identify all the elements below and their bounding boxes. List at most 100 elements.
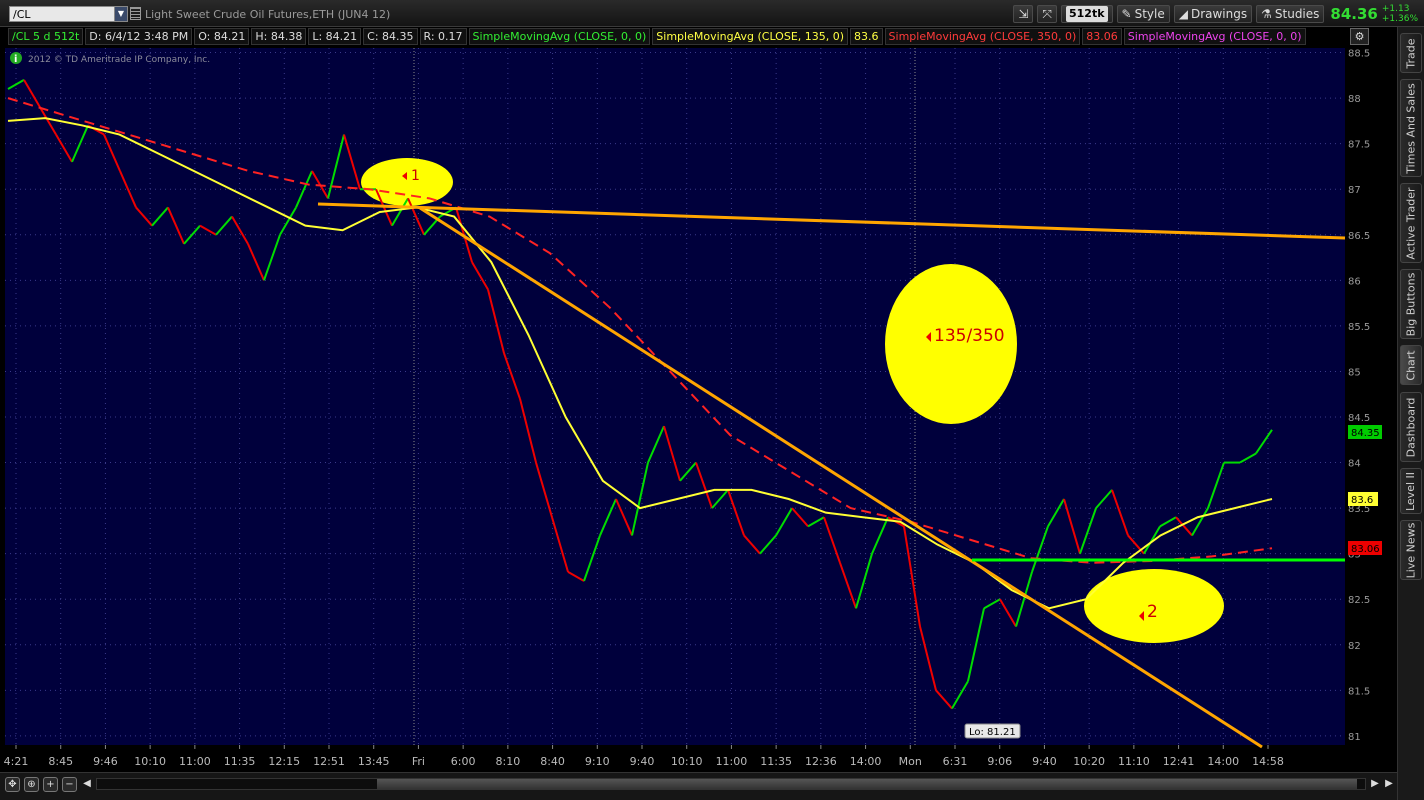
x-tick-label: 12:51 xyxy=(313,755,345,768)
x-tick-label: 10:20 xyxy=(1073,755,1105,768)
x-tick-label: 12:15 xyxy=(268,755,300,768)
y-tick-label: 82.5 xyxy=(1348,595,1370,606)
x-tick-label: 14:58 xyxy=(1252,755,1284,768)
x-tick-label: 8:10 xyxy=(496,755,521,768)
annotation-1: 1 xyxy=(411,168,420,184)
study-sma-4[interactable]: SimpleMovingAvg (CLOSE, 0, 0) xyxy=(1123,28,1306,45)
annotation-135-350: 135/350 xyxy=(934,326,1005,346)
low-label: Lo: 81.21 xyxy=(969,727,1016,738)
x-tick-label: 9:40 xyxy=(1032,755,1057,768)
crosshair-icon[interactable]: ⤧ xyxy=(1037,5,1057,23)
annotation-2: 2 xyxy=(1147,602,1158,622)
y-tick-label: 82 xyxy=(1348,641,1361,652)
study-sma-350[interactable]: SimpleMovingAvg (CLOSE, 350, 0) xyxy=(884,28,1081,45)
last-price-tag-label: 84.35 xyxy=(1351,428,1380,439)
x-tick-label: 11:35 xyxy=(760,755,792,768)
x-tick-label: 11:10 xyxy=(1118,755,1150,768)
price-chart[interactable]: 81 81.5 82 82.5 83 83.5 84 84.5 85 85.5 86 86.5 87 87… xyxy=(0,45,1395,772)
zoom-icon[interactable]: ⊕ xyxy=(24,777,39,792)
studies-button[interactable]: ⚗ Studies xyxy=(1256,5,1325,23)
tab-live-news-label: Live News xyxy=(1404,522,1418,578)
x-tick-label: 13:45 xyxy=(358,755,390,768)
study-sma-1[interactable]: SimpleMovingAvg (CLOSE, 0, 0) xyxy=(468,28,651,45)
y-tick-label: 86.5 xyxy=(1348,231,1370,242)
x-tick-label: 9:46 xyxy=(93,755,118,768)
tab-chart-label: Chart xyxy=(1404,349,1418,381)
chart-settings-icon[interactable]: ⚙ xyxy=(1350,28,1369,45)
x-tick-label: 4:21 xyxy=(4,755,29,768)
tab-level-ii[interactable]: Level II xyxy=(1400,468,1422,514)
expand-right-icon[interactable]: ▶ xyxy=(1382,777,1396,791)
close-cell: C: 84.35 xyxy=(363,28,418,45)
x-axis-ticks: 4:21 8:45 9:46 10:10 11:00 11:35 12:15 12:51 13:… xyxy=(4,745,1284,768)
x-tick-label: 6:31 xyxy=(943,755,968,768)
tab-trade[interactable]: Trade xyxy=(1400,33,1422,73)
tab-chart[interactable]: Chart xyxy=(1400,345,1422,385)
x-tick-label: 8:45 xyxy=(48,755,73,768)
tab-dashboard[interactable]: Dashboard xyxy=(1400,392,1422,462)
symbol-input[interactable]: /CL xyxy=(9,6,115,22)
open-cell: O: 84.21 xyxy=(194,28,250,45)
y-tick-label: 88 xyxy=(1348,94,1361,105)
tab-dashboard-label: Dashboard xyxy=(1404,397,1418,457)
x-tick-label: 10:10 xyxy=(671,755,703,768)
style-icon: ✎ xyxy=(1121,7,1132,21)
instrument-title: Light Sweet Crude Oil Futures,ETH (JUN4 … xyxy=(145,8,391,21)
horizontal-scrollbar[interactable] xyxy=(96,778,1366,790)
x-tick-label: 14:00 xyxy=(1207,755,1239,768)
x-tick-label: 6:00 xyxy=(451,755,476,768)
x-tick-label: 12:41 xyxy=(1163,755,1195,768)
copyright-text: 2012 © TD Ameritrade IP Company, Inc. xyxy=(28,55,210,65)
pan-icon[interactable]: ✥ xyxy=(5,777,20,792)
link-icon[interactable]: ⇲ xyxy=(1013,5,1034,23)
x-tick-label: 11:35 xyxy=(224,755,256,768)
drawings-icon: ◢ xyxy=(1178,7,1188,21)
tab-active-trader[interactable]: Active Trader xyxy=(1400,183,1422,263)
zoom-out-button[interactable]: − xyxy=(62,777,77,792)
symbol-grid-icon[interactable] xyxy=(130,7,141,20)
net-change: +1.13 xyxy=(1381,4,1410,14)
drawings-label: Drawings xyxy=(1190,7,1248,21)
chart-symbol-cell[interactable]: /CL 5 d 512t xyxy=(8,28,84,45)
sma135-price-tag-label: 83.6 xyxy=(1351,495,1373,506)
x-tick-label: 12:36 xyxy=(805,755,837,768)
x-tick-label: 11:00 xyxy=(716,755,748,768)
y-tick-label: 87 xyxy=(1348,185,1361,196)
x-tick-label: 8:40 xyxy=(540,755,565,768)
symbol-dropdown-button[interactable]: ▼ xyxy=(114,6,128,22)
last-price: 84.36 xyxy=(1330,5,1378,23)
tab-big-buttons[interactable]: Big Buttons xyxy=(1400,269,1422,339)
style-button[interactable]: ✎ Style xyxy=(1116,5,1170,23)
y-tick-label: 86 xyxy=(1348,276,1361,287)
high-cell: H: 84.38 xyxy=(251,28,307,45)
drawings-button[interactable]: ◢ Drawings xyxy=(1173,5,1253,23)
study-sma-350-value: 83.06 xyxy=(1082,28,1122,45)
date-cell: D: 6/4/12 3:48 PM xyxy=(85,28,193,45)
x-tick-label: 10:10 xyxy=(134,755,166,768)
x-tick-label: 9:40 xyxy=(630,755,655,768)
y-tick-label: 85.5 xyxy=(1348,322,1370,333)
pct-change: +1.36% xyxy=(1381,14,1418,24)
study-sma-135[interactable]: SimpleMovingAvg (CLOSE, 135, 0) xyxy=(652,28,849,45)
tab-times-and-sales-label: Times And Sales xyxy=(1404,82,1418,174)
side-panel: Trade Times And Sales Active Trader Big … xyxy=(1397,27,1424,800)
studies-label: Studies xyxy=(1274,7,1320,21)
change-box: +1.13 +1.36% xyxy=(1382,4,1418,24)
toolbar-actions: ⇲ ⤧ 512tk ✎ Style ◢ Drawings ⚗ Studies 8… xyxy=(1013,3,1424,25)
tab-trade-label: Trade xyxy=(1404,37,1418,69)
tab-live-news[interactable]: Live News xyxy=(1400,520,1422,580)
tick-aggregation-button[interactable]: 512tk xyxy=(1060,5,1113,23)
scrollbar-thumb[interactable] xyxy=(377,779,1357,789)
y-tick-label: 81 xyxy=(1348,732,1361,743)
zoom-in-button[interactable]: + xyxy=(43,777,58,792)
tab-times-and-sales[interactable]: Times And Sales xyxy=(1400,79,1422,177)
studies-icon: ⚗ xyxy=(1261,7,1272,21)
tab-big-buttons-label: Big Buttons xyxy=(1404,272,1418,336)
tab-level-ii-label: Level II xyxy=(1404,471,1418,511)
range-cell: R: 0.17 xyxy=(419,28,467,45)
scroll-left-icon[interactable]: ◀ xyxy=(80,777,94,791)
y-tick-label: 84 xyxy=(1348,459,1361,470)
scroll-right-icon[interactable]: ▶ xyxy=(1368,777,1382,791)
x-tick-label: 9:10 xyxy=(585,755,610,768)
chart-info-bar: /CL 5 d 512t D: 6/4/12 3:48 PM O: 84.21 … xyxy=(8,28,1344,45)
